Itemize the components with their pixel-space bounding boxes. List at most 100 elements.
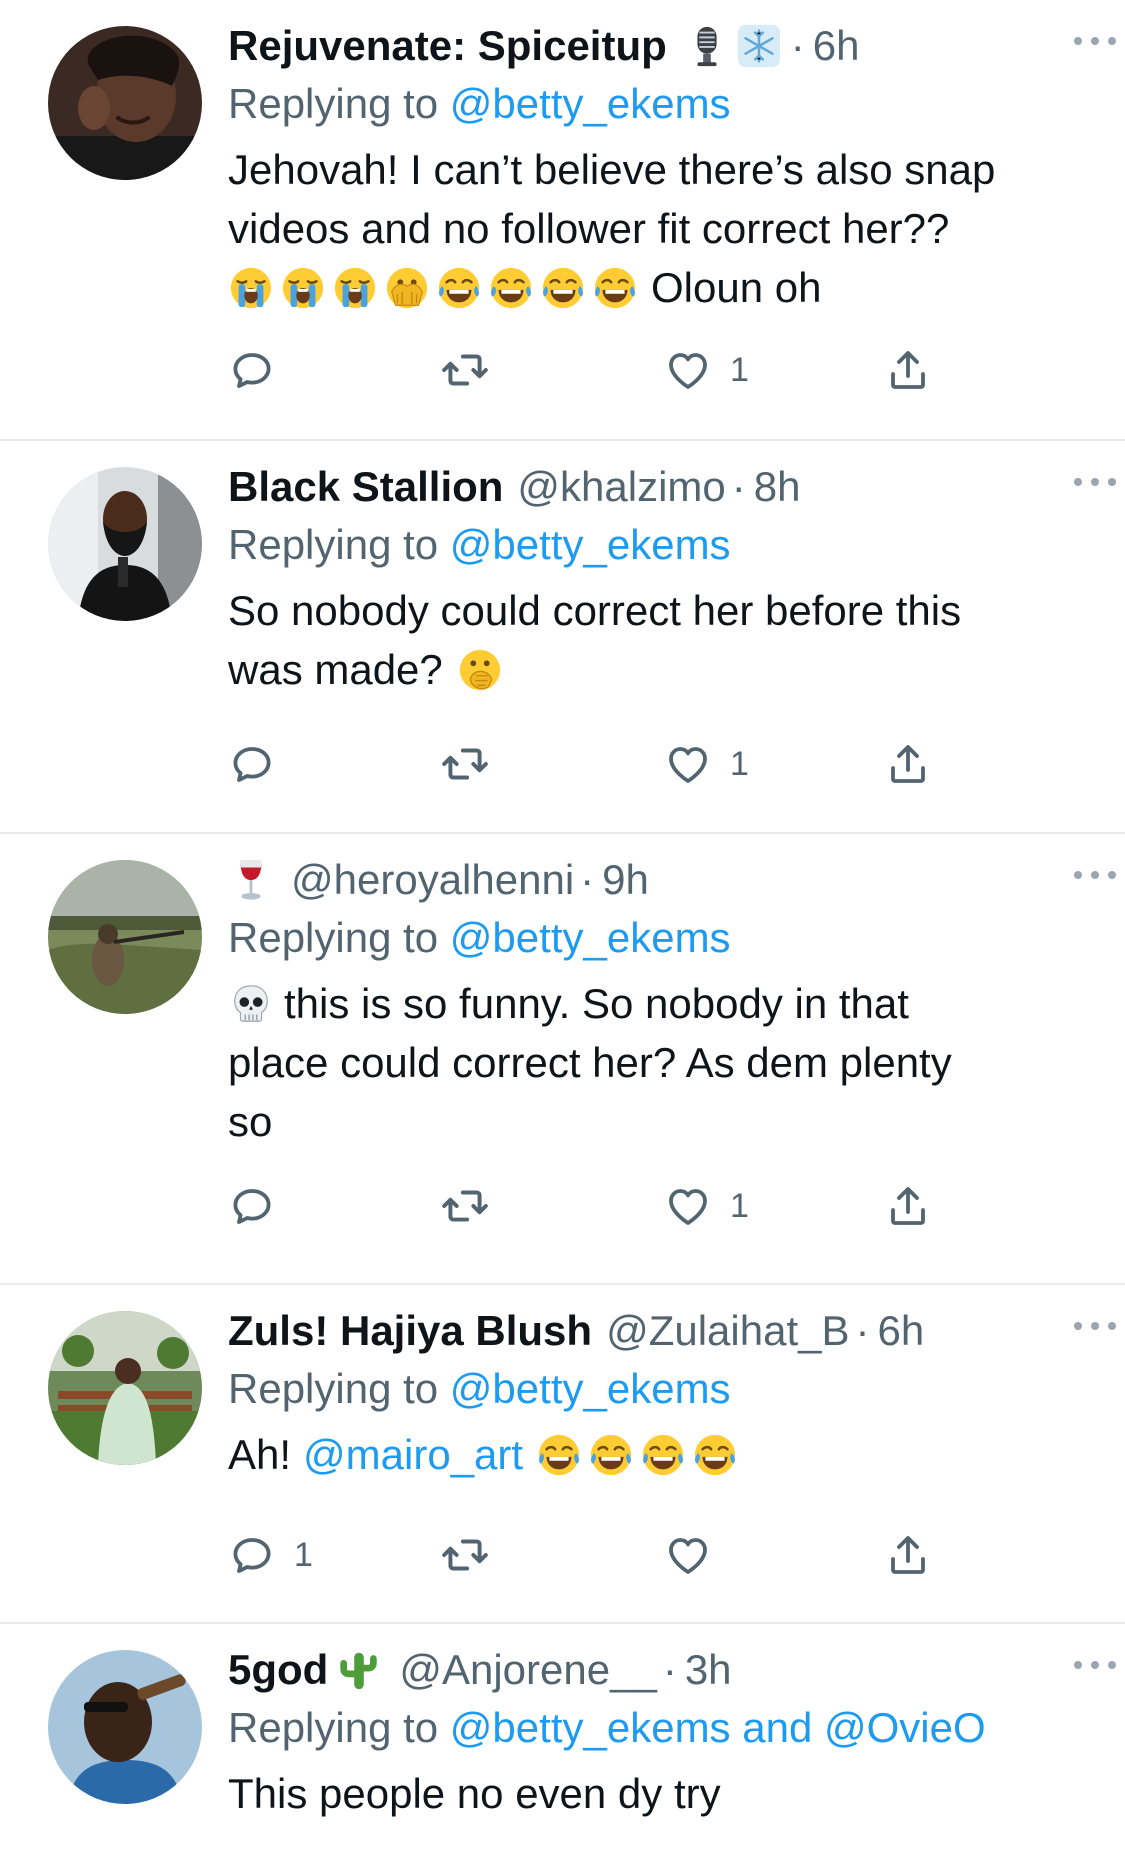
tweet-text-segment: this is so funny. So nobody in that <box>284 980 909 1027</box>
timestamp[interactable]: 9h <box>602 852 649 908</box>
retweet-button[interactable] <box>440 734 508 794</box>
replying-to: Replying to @betty_ekems and @OvieO <box>228 1698 1088 1758</box>
tweet-text-line: so <box>228 1098 273 1145</box>
tweet-text-line: Jehovah! I can’t believe there’s also sn… <box>228 146 996 193</box>
tweet-reply[interactable]: @heroyalhenni · 9h Replying to @betty_ek… <box>0 834 1125 1285</box>
mention-link[interactable]: @betty_ekems <box>450 1365 731 1412</box>
retweet-button[interactable] <box>440 340 508 400</box>
tweet-header: Black Stallion @khalzimo · 8h <box>228 459 1088 515</box>
display-name[interactable]: Zuls! Hajiya Blush <box>228 1303 592 1359</box>
avatar[interactable] <box>48 1311 202 1465</box>
reply-button[interactable] <box>228 340 294 400</box>
timestamp[interactable]: 3h <box>685 1642 732 1698</box>
tweet-reply[interactable]: 5god @Anjorene__ · 3h Replying to @betty… <box>0 1624 1125 1869</box>
face-with-open-eyes-and-hand-over-mouth-icon <box>384 265 430 311</box>
user-handle[interactable]: @heroyalhenni <box>291 852 574 908</box>
display-name[interactable]: Black Stallion <box>228 459 503 515</box>
tweet-text-line: place could correct her? As dem plenty <box>228 1039 952 1086</box>
more-dots-icon <box>1071 34 1119 48</box>
face-with-tears-of-joy-icon <box>592 265 638 311</box>
avatar[interactable] <box>48 26 202 180</box>
tweet-text-line: was made? <box>228 640 1088 699</box>
face-with-tears-of-joy-icon <box>540 265 586 311</box>
mention-link[interactable]: @OvieO <box>824 1704 986 1751</box>
reply-icon <box>228 740 276 788</box>
mention-link[interactable]: @betty_ekems <box>450 80 731 127</box>
replying-label: Replying to <box>228 80 439 127</box>
retweet-icon <box>440 739 490 789</box>
mention-link[interactable]: @betty_ekems <box>450 521 731 568</box>
reply-button[interactable] <box>228 734 294 794</box>
user-handle[interactable]: @Zulaihat_B <box>606 1303 849 1359</box>
reply-icon <box>228 346 276 394</box>
mention-link[interactable]: @mairo_art <box>303 1425 523 1484</box>
more-dots-icon <box>1071 1319 1119 1333</box>
heart-icon <box>664 740 712 788</box>
more-options-button[interactable] <box>1071 1319 1119 1333</box>
snowflake-icon <box>736 23 782 69</box>
reply-button[interactable]: 1 <box>228 1525 313 1585</box>
more-options-button[interactable] <box>1071 475 1119 489</box>
tweet-text-segment: Ah! <box>228 1431 292 1478</box>
share-button[interactable] <box>884 340 932 400</box>
replying-to: Replying to @betty_ekems <box>228 74 1088 134</box>
more-dots-icon <box>1071 1658 1119 1672</box>
reply-button[interactable] <box>228 1176 294 1236</box>
wine-glass-icon <box>228 857 274 903</box>
tweet-reply[interactable]: Black Stallion @khalzimo · 8h Replying t… <box>0 441 1125 834</box>
heart-icon <box>664 1531 712 1579</box>
loudly-crying-face-icon <box>332 265 378 311</box>
replying-to: Replying to @betty_ekems <box>228 515 1088 575</box>
reply-icon <box>228 1531 276 1579</box>
tweet-text-line: videos and no follower fit correct her?? <box>228 205 950 252</box>
user-handle[interactable]: @khalzimo <box>517 459 725 515</box>
timestamp[interactable]: 8h <box>754 459 801 515</box>
tweet-text-tail: Oloun oh <box>651 264 822 311</box>
heart-icon <box>664 1182 712 1230</box>
share-button[interactable] <box>884 1525 932 1585</box>
display-name[interactable]: Rejuvenate: Spiceitup <box>228 18 667 74</box>
tweet-actions: 1 <box>228 340 1088 400</box>
tweet-reply[interactable]: Zuls! Hajiya Blush @Zulaihat_B · 6h Repl… <box>0 1285 1125 1624</box>
separator-dot: · <box>855 1307 870 1354</box>
tweet-header: Zuls! Hajiya Blush @Zulaihat_B · 6h <box>228 1303 1088 1359</box>
retweet-button[interactable] <box>440 1525 508 1585</box>
more-options-button[interactable] <box>1071 1658 1119 1672</box>
replying-label: Replying to <box>228 914 439 961</box>
more-options-button[interactable] <box>1071 868 1119 882</box>
retweet-button[interactable] <box>440 1176 508 1236</box>
like-button[interactable] <box>664 1525 730 1585</box>
like-button[interactable]: 1 <box>664 1176 749 1236</box>
separator-dot: · <box>731 463 746 510</box>
avatar[interactable] <box>48 1650 202 1804</box>
timestamp[interactable]: 6h <box>813 18 860 74</box>
like-button[interactable]: 1 <box>664 340 749 400</box>
tweet-text-line: Oloun oh <box>228 258 1088 317</box>
tweet-reply[interactable]: Rejuvenate: Spiceitup · 6h Replying to @… <box>0 0 1125 441</box>
face-with-tears-of-joy-icon <box>436 265 482 311</box>
face-with-tears-of-joy-icon <box>692 1432 738 1478</box>
share-icon <box>884 740 932 788</box>
display-name[interactable]: 5god <box>228 1642 328 1698</box>
like-button[interactable]: 1 <box>664 734 749 794</box>
reply-count: 1 <box>294 1535 313 1574</box>
skull-icon <box>228 981 274 1027</box>
avatar[interactable] <box>48 860 202 1014</box>
avatar[interactable] <box>48 467 202 621</box>
share-button[interactable] <box>884 1176 932 1236</box>
more-options-button[interactable] <box>1071 34 1119 48</box>
user-handle[interactable]: @Anjorene__ <box>399 1642 656 1698</box>
timestamp[interactable]: 6h <box>878 1303 925 1359</box>
tweet-text-line: So nobody could correct her before this <box>228 587 962 634</box>
heart-icon <box>664 346 712 394</box>
more-dots-icon <box>1071 475 1119 489</box>
face-with-tears-of-joy-icon <box>488 265 534 311</box>
mention-link[interactable]: @betty_ekems <box>450 1704 731 1751</box>
retweet-icon <box>440 1530 490 1580</box>
share-button[interactable] <box>884 734 932 794</box>
replying-label: Replying to <box>228 521 439 568</box>
mention-link[interactable]: @betty_ekems <box>450 914 731 961</box>
tweet-text-line: This people no even dy try <box>228 1770 721 1817</box>
face-with-hand-over-mouth-icon <box>457 647 503 693</box>
tweet-actions: 1 <box>228 734 1088 794</box>
